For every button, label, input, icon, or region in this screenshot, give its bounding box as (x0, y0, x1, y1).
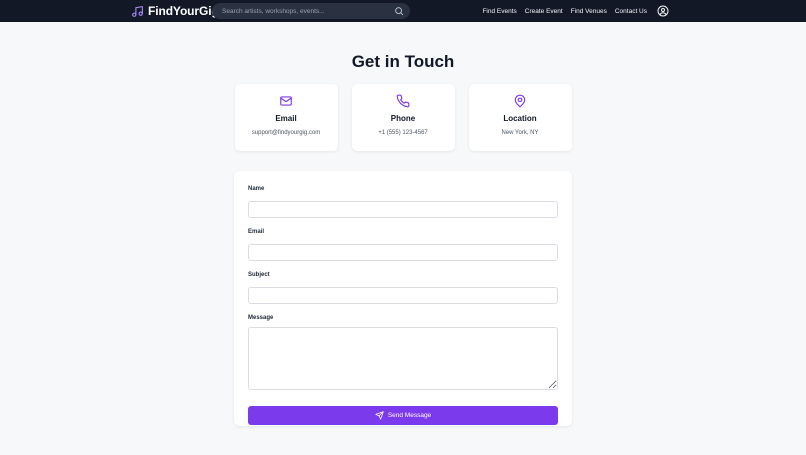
card-value: New York, NY (501, 130, 539, 136)
music-note-icon (132, 5, 143, 17)
nav-contact-us[interactable]: Contact Us (615, 8, 647, 15)
search-bar (212, 3, 410, 19)
brand-name: FindYourGig (148, 4, 219, 18)
brand-logo[interactable]: FindYourGig (131, 4, 219, 18)
send-message-label: Send Message (387, 412, 432, 419)
contact-card-location: Location New York, NY (468, 84, 572, 151)
send-message-button[interactable]: Send Message (248, 406, 558, 425)
search-input[interactable] (220, 6, 394, 16)
message-textarea[interactable] (248, 327, 558, 390)
name-label: Name (248, 186, 265, 192)
map-pin-icon (514, 94, 526, 108)
name-field-group: Name (248, 186, 558, 218)
card-title: Phone (390, 114, 416, 123)
user-account-icon[interactable] (657, 5, 669, 17)
contact-card-email: Email support@findyourgig.com (234, 84, 338, 151)
contact-cards: Email support@findyourgig.com Phone +1 (… (0, 84, 806, 151)
name-input[interactable] (248, 201, 558, 218)
card-title: Email (275, 114, 297, 123)
card-value: +1 (555) 123-4567 (378, 130, 428, 136)
top-navbar: FindYourGig Find Events Create Event Fin… (0, 0, 806, 22)
nav-create-event[interactable]: Create Event (525, 8, 563, 15)
message-field-group: Message (248, 315, 558, 395)
main-nav: Find Events Create Event Find Venues Con… (482, 0, 806, 22)
subject-label: Subject (248, 272, 270, 278)
card-value: support@findyourgig.com (251, 130, 321, 136)
phone-icon (396, 94, 410, 108)
search-icon[interactable] (394, 6, 404, 16)
nav-find-events[interactable]: Find Events (482, 8, 516, 15)
page-title: Get in Touch (351, 52, 455, 71)
card-title: Location (503, 114, 537, 123)
email-input[interactable] (248, 244, 558, 261)
send-icon (375, 411, 384, 420)
nav-find-venues[interactable]: Find Venues (571, 8, 607, 15)
email-field-group: Email (248, 229, 558, 261)
contact-card-phone: Phone +1 (555) 123-4567 (351, 84, 455, 151)
subject-input[interactable] (248, 287, 558, 304)
email-label: Email (248, 229, 265, 235)
message-label: Message (248, 315, 274, 321)
mail-icon (280, 96, 292, 106)
subject-field-group: Subject (248, 272, 558, 304)
contact-form: Name Email Subject Message Send Message (234, 171, 572, 426)
